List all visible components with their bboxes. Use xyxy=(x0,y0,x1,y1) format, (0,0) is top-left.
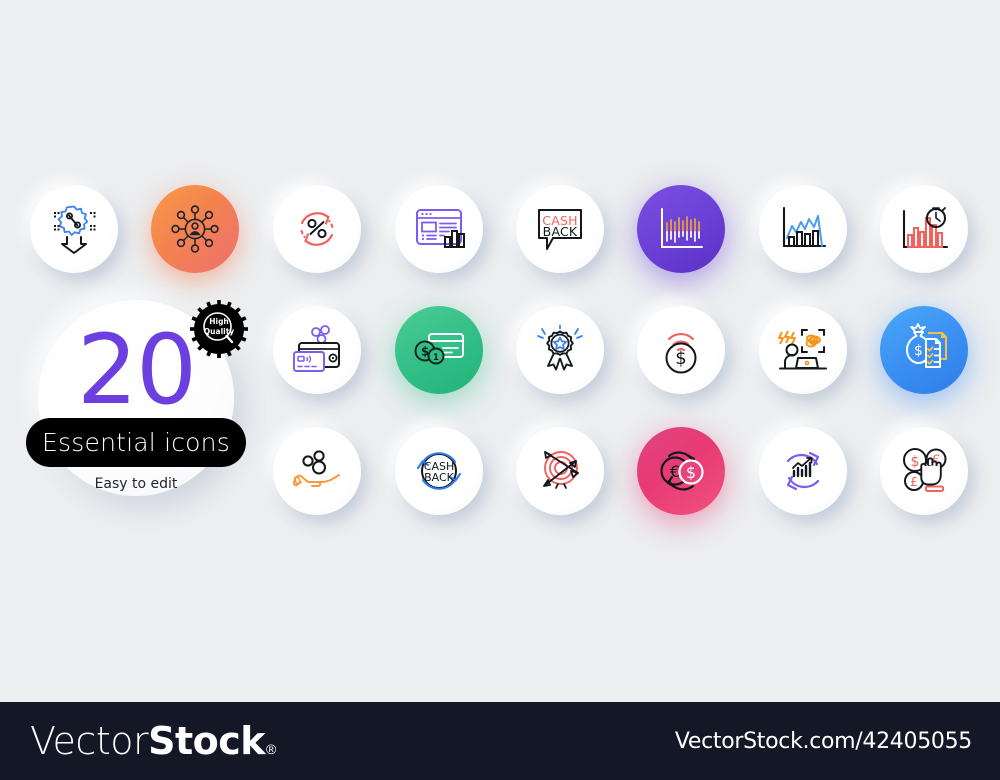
icon-tile-target-arrows[interactable] xyxy=(516,427,604,515)
svg-text:$: $ xyxy=(914,343,923,359)
icon-tile-discount-arrow-down[interactable] xyxy=(30,185,118,273)
payment-card-icon: $ 1 xyxy=(414,333,464,365)
web-report-icon xyxy=(416,209,465,248)
footer-bar: Vector Stock ® VectorStock.com/42405055 xyxy=(0,702,1000,780)
chart-refresh-icon xyxy=(786,451,820,491)
icon-tile-wallet-card[interactable] xyxy=(273,306,361,394)
registered-mark: ® xyxy=(266,741,277,757)
icon-tile-user-network[interactable] xyxy=(151,185,239,273)
icon-tile-select-currency[interactable]: $ € £ xyxy=(880,427,968,515)
percent-refresh-icon xyxy=(300,212,334,246)
brand-bold: Stock xyxy=(148,719,266,763)
icon-tile-payment-card[interactable]: $ 1 xyxy=(395,306,483,394)
wallet-card-icon xyxy=(293,325,340,372)
svg-text:BACK: BACK xyxy=(543,224,578,239)
target-arrows-icon xyxy=(543,451,579,489)
cashback-circle-icon: CASH BACK xyxy=(416,452,462,490)
icon-tile-percent-refresh[interactable] xyxy=(273,185,361,273)
svg-text:$: $ xyxy=(686,463,696,482)
select-currency-icon: $ € £ xyxy=(903,448,947,492)
brand-light: Vector xyxy=(30,719,149,763)
svg-text:$: $ xyxy=(911,454,920,470)
star-award-icon xyxy=(537,324,583,371)
svg-text:$: $ xyxy=(675,348,686,369)
icon-tile-cashback-circle[interactable]: CASH BACK xyxy=(395,427,483,515)
promo-subtitle: Easy to edit xyxy=(94,476,178,492)
promo-title: Essential icons xyxy=(42,428,230,457)
svg-text:£: £ xyxy=(910,475,918,489)
hand-coins-icon xyxy=(293,450,340,487)
icon-tile-cashback-speech[interactable]: CASH BACK xyxy=(516,185,604,273)
icon-tile-hand-coins[interactable] xyxy=(273,427,361,515)
icon-tile-difficult-stress[interactable] xyxy=(759,306,847,394)
icon-tile-star-award[interactable] xyxy=(516,306,604,394)
promo-title-pill: Essential icons xyxy=(26,418,246,467)
infographic-graph-icon xyxy=(782,206,827,248)
icon-tile-infographic-graph[interactable] xyxy=(759,185,847,273)
report-timer-icon xyxy=(902,207,949,249)
user-network-icon xyxy=(171,205,219,253)
icon-tile-report-timer[interactable] xyxy=(880,185,968,273)
icon-set-canvas: CASH BACK 20 Essential icons Easy to edi… xyxy=(0,0,1000,780)
quality-badge-text: High Quality xyxy=(203,317,235,336)
high-quality-badge: High Quality xyxy=(188,298,250,360)
icon-tile-chart-refresh[interactable] xyxy=(759,427,847,515)
promo-badge-block: 20 Essential icons Easy to edit High Qua… xyxy=(26,300,248,496)
vectorstock-logo: Vector Stock ® xyxy=(30,719,276,763)
contactless-payment-icon: $ xyxy=(665,332,697,374)
footer-url: VectorStock.com/42405055 xyxy=(674,728,972,754)
difficult-stress-icon xyxy=(778,329,827,370)
icon-tile-money-bag-checklist[interactable]: $ xyxy=(880,306,968,394)
svg-text:1: 1 xyxy=(433,353,439,363)
icon-tile-web-report[interactable] xyxy=(395,185,483,273)
icon-tile-currency-exchange[interactable]: € $ xyxy=(637,427,725,515)
discount-arrow-down-icon xyxy=(54,205,96,254)
svg-text:BACK: BACK xyxy=(424,471,455,484)
icon-tile-stock-bars[interactable] xyxy=(637,185,725,273)
stock-bars-icon xyxy=(661,208,703,248)
icon-tile-contactless-payment[interactable]: $ xyxy=(637,306,725,394)
money-bag-checklist-icon: $ xyxy=(906,323,947,368)
cashback-speech-icon: CASH BACK xyxy=(538,209,582,250)
currency-exchange-icon: € $ xyxy=(660,451,704,491)
